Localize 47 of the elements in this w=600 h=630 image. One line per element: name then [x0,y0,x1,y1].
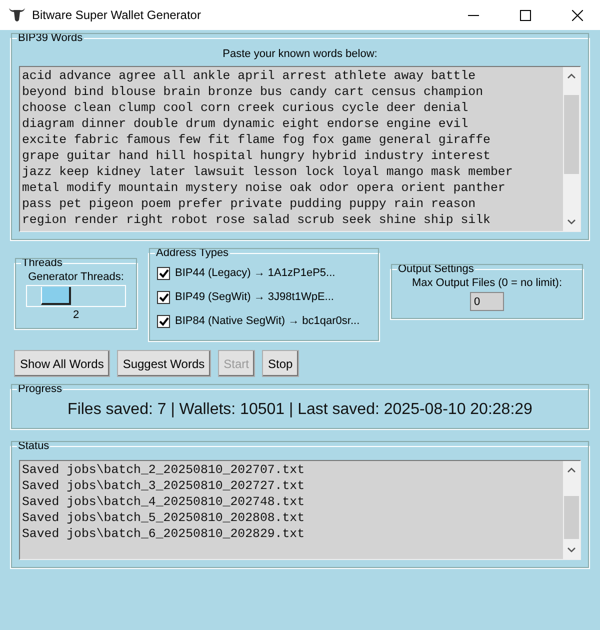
word-line: choose clean clump cool corn creek curious cycle deer denial [22,100,470,116]
maximize-icon [520,10,530,20]
bull-head-icon [8,7,26,23]
word-line: acid advance agree all ankle april arrest athlete away battle [22,68,477,84]
action-button[interactable]: Stop [262,350,299,377]
instruction-text: Paste your known words below: [222,48,378,60]
group-title: Status [17,440,50,452]
window-title: Bitware Super Wallet Generator [32,8,202,22]
word-line: excite fabric famous few fit flame fog fox game general giraffe [22,132,492,148]
action-button[interactable]: Suggest Words [116,350,211,377]
scroll-up-icon[interactable] [567,467,576,473]
scrollbar[interactable] [563,67,580,231]
checkbox-label: BIP44 (Legacy) → 1A1zP1eP5... [175,267,336,279]
scroll-down-icon[interactable] [567,547,576,553]
word-line: metal modify mountain mystery noise oak odor opera orient panther [22,180,506,196]
progress-text: Files saved: 7 | Wallets: 10501 | Last saved: 2025-08-10 20:28:29 [66,400,534,420]
word-line: diagram dinner double drum dynamic eight endorse engine evil [22,116,470,132]
scroll-up-icon[interactable] [567,73,576,79]
log-line: Saved jobs\batch_6_20250810_202829.txt [22,526,306,542]
log-line: Saved jobs\batch_4_20250810_202748.txt [22,494,306,510]
words-text-area[interactable] [19,66,581,232]
slider-value: 2 [72,309,80,321]
group-title: Progress [17,383,64,395]
slider-label: Generator Threads: [27,271,125,283]
group-title: Address Types [155,247,230,259]
max-files-field[interactable]: 0 [470,292,504,311]
minimize-icon [468,14,478,16]
field-label: Max Output Files (0 = no limit): [410,277,564,289]
word-line: beyond bind blouse brain bronze bus candy cart census champion [22,84,484,100]
log-line: Saved jobs\batch_5_20250810_202808.txt [22,510,306,526]
checkbox-label: BIP49 (SegWit) → 3J98t1WpE... [175,291,334,303]
action-button[interactable]: Show All Words [14,350,110,377]
log-line: Saved jobs\batch_3_20250810_202727.txt [22,478,306,494]
checkbox[interactable] [157,266,170,280]
word-line: grape guitar hand hill hospital hungry hybrid industry interest [22,148,492,164]
checkbox[interactable] [157,314,170,328]
group-title: Output Settings [397,263,475,275]
word-line: region render right robot rose salad scrub seek shine ship silk [22,212,492,228]
word-line: jazz keep kidney later lawsuit lesson lock loyal mango mask member [22,164,514,180]
close-icon [572,10,582,20]
word-line: pass pet pigeon poem prefer private pudding puppy rain reason [22,196,477,212]
slider-thumb[interactable] [41,287,71,305]
checkbox-label: BIP84 (Native SegWit) → bc1qar0sr... [175,315,360,327]
scrollbar[interactable] [563,461,580,559]
checkbox[interactable] [157,290,170,304]
scroll-down-icon[interactable] [567,219,576,225]
log-line: Saved jobs\batch_2_20250810_202707.txt [22,462,306,478]
